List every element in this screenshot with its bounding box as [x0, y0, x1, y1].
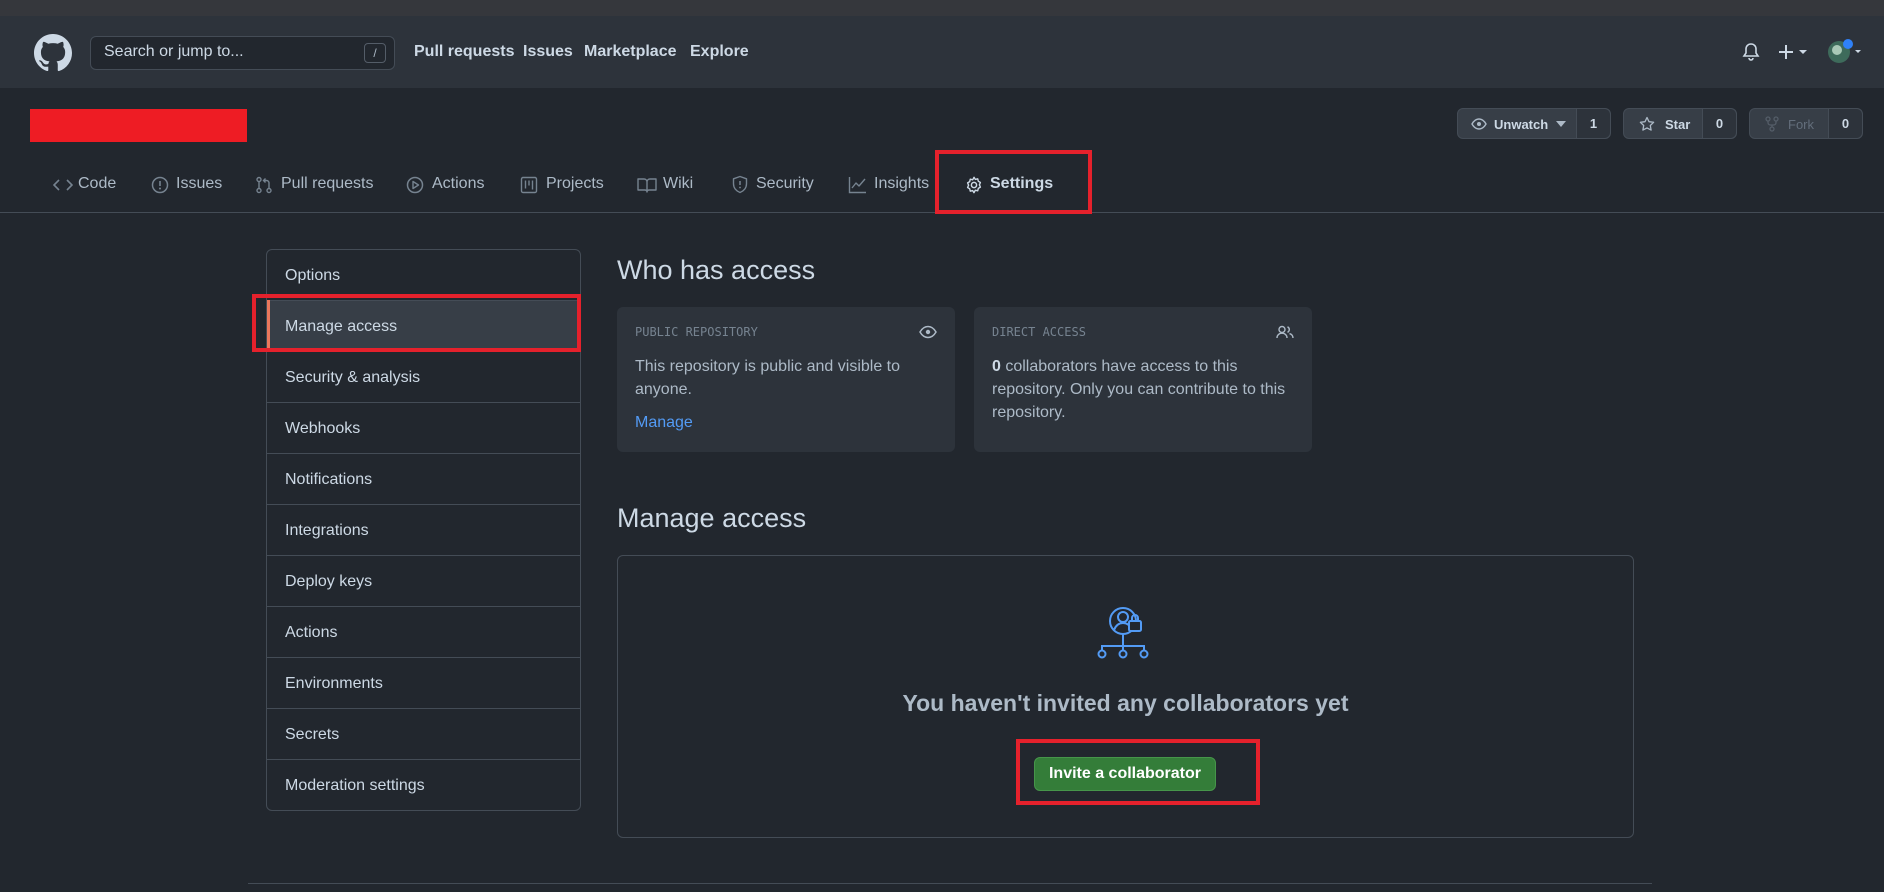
bookmarks-bar — [0, 0, 1884, 16]
fork-button[interactable]: Fork 0 — [1749, 108, 1863, 139]
search-placeholder: Search or jump to... — [104, 43, 244, 60]
sidebar-item-label: Environments — [285, 675, 383, 692]
sidebar-item-label: Options — [285, 267, 341, 284]
collaborators-lock-icon — [1097, 607, 1149, 659]
play-icon — [406, 176, 424, 194]
code-icon — [53, 179, 73, 191]
direct-access-label: DIRECT ACCESS — [992, 325, 1086, 339]
highlight-box-manage-access — [252, 294, 581, 352]
tab-projects[interactable]: Projects — [546, 175, 604, 193]
shield-icon — [732, 175, 748, 194]
tab-issues[interactable]: Issues — [176, 175, 222, 193]
tab-code[interactable]: Code — [78, 175, 116, 193]
eye-icon — [919, 325, 937, 339]
sidebar-item-actions[interactable]: Actions — [267, 606, 580, 657]
manage-access-heading: Manage access — [617, 503, 807, 533]
sidebar-item-label: Deploy keys — [285, 573, 373, 590]
public-repository-text: This repository is public and visible to… — [635, 358, 901, 398]
eye-icon — [1471, 118, 1487, 130]
sidebar-item-security-analysis[interactable]: Security & analysis — [267, 351, 580, 402]
sidebar-item-label: Webhooks — [285, 420, 361, 437]
people-icon — [1276, 325, 1294, 339]
sidebar-item-integrations[interactable]: Integrations — [267, 504, 580, 555]
tab-insights[interactable]: Insights — [874, 175, 929, 193]
sidebar-item-label: Security & analysis — [285, 369, 421, 386]
nav-marketplace[interactable]: Marketplace — [584, 43, 677, 61]
star-button[interactable]: Star 0 — [1623, 108, 1737, 139]
sidebar-item-label: Integrations — [285, 522, 369, 539]
unwatch-label: Unwatch — [1494, 117, 1549, 132]
collaborator-count: 0 — [992, 358, 1001, 375]
sidebar-item-secrets[interactable]: Secrets — [267, 708, 580, 759]
tab-pull-requests[interactable]: Pull requests — [281, 175, 374, 193]
sidebar-item-label: Moderation settings — [285, 777, 425, 794]
empty-state-title: You haven't invited any collaborators ye… — [902, 690, 1349, 716]
sidebar-item-environments[interactable]: Environments — [267, 657, 580, 708]
caret-down-icon — [1556, 121, 1566, 127]
bell-icon[interactable] — [1742, 42, 1760, 62]
highlight-box-invite-button — [1016, 739, 1260, 805]
sidebar-item-label: Secrets — [285, 726, 340, 743]
public-repository-card: PUBLIC REPOSITORY This repository is pub… — [617, 307, 955, 452]
tab-actions[interactable]: Actions — [432, 175, 484, 193]
sidebar-item-label: Actions — [285, 624, 338, 641]
nav-issues[interactable]: Issues — [523, 43, 573, 61]
footer-divider — [248, 883, 1652, 884]
nav-explore[interactable]: Explore — [690, 43, 749, 61]
sidebar-item-label: Notifications — [285, 471, 373, 488]
pull-request-icon — [256, 176, 272, 194]
graph-icon — [848, 177, 866, 194]
sidebar-item-webhooks[interactable]: Webhooks — [267, 402, 580, 453]
star-label: Star — [1665, 117, 1691, 132]
direct-access-card: DIRECT ACCESS 0 collaborators have acces… — [974, 307, 1312, 452]
sidebar-item-notifications[interactable]: Notifications — [267, 453, 580, 504]
project-icon — [520, 176, 538, 194]
sidebar-item-deploy-keys[interactable]: Deploy keys — [267, 555, 580, 606]
book-icon — [637, 178, 657, 193]
nav-pull-requests[interactable]: Pull requests — [414, 43, 514, 61]
manage-visibility-link[interactable]: Manage — [635, 414, 693, 432]
tab-wiki[interactable]: Wiki — [663, 175, 693, 193]
star-count[interactable]: 0 — [1702, 109, 1736, 138]
search-shortcut-badge: / — [364, 43, 386, 63]
avatar[interactable] — [1826, 38, 1862, 66]
issue-icon — [151, 176, 169, 194]
watch-count[interactable]: 1 — [1576, 109, 1610, 138]
highlight-box-settings-tab — [935, 150, 1092, 214]
repo-name-redacted — [30, 109, 247, 142]
tab-security[interactable]: Security — [756, 175, 814, 193]
unwatch-button[interactable]: Unwatch 1 — [1457, 108, 1611, 139]
star-icon — [1639, 116, 1655, 131]
fork-label: Fork — [1788, 117, 1814, 132]
direct-access-description: collaborators have access to this reposi… — [992, 358, 1286, 421]
public-repository-label: PUBLIC REPOSITORY — [635, 325, 758, 339]
who-has-access-heading: Who has access — [617, 255, 816, 285]
sidebar-item-moderation-settings[interactable]: Moderation settings — [267, 759, 580, 810]
plus-dropdown-icon[interactable] — [1778, 44, 1810, 60]
direct-access-text: 0 collaborators have access to this repo… — [992, 355, 1292, 424]
fork-count[interactable]: 0 — [1828, 109, 1862, 138]
fork-icon — [1765, 116, 1779, 132]
github-logo-icon[interactable] — [34, 34, 72, 72]
